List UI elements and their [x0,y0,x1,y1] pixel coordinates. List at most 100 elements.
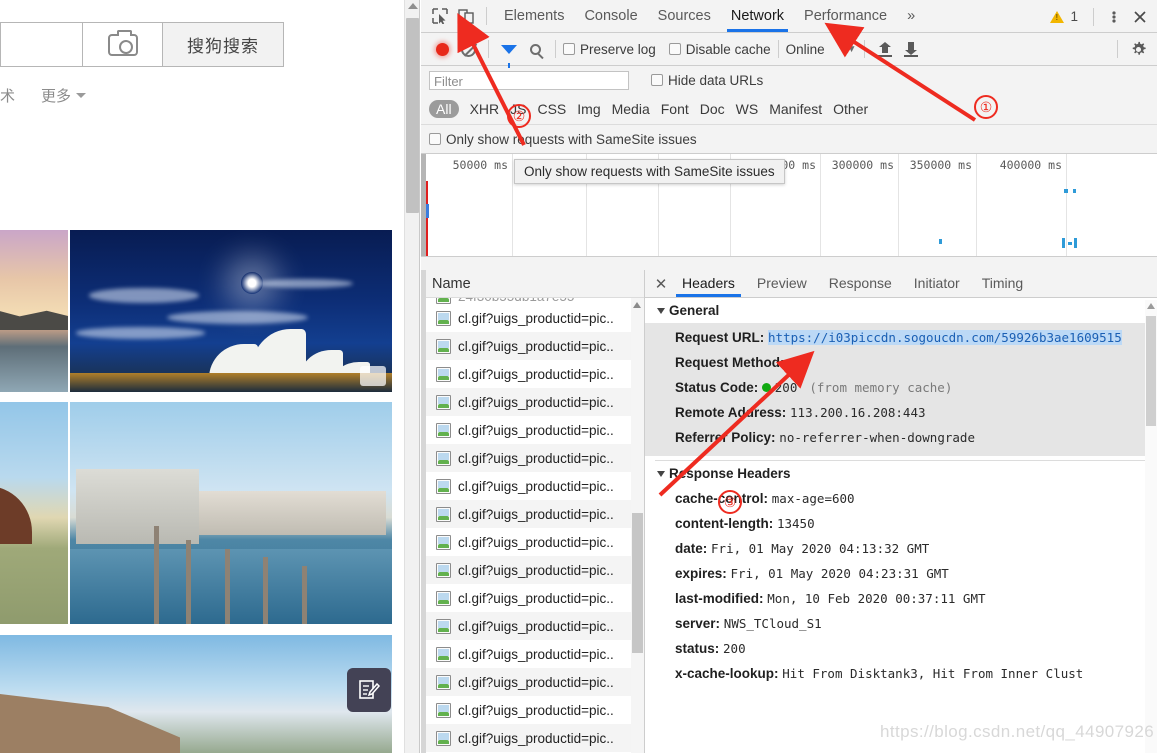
tab-headers[interactable]: Headers [671,270,746,297]
table-row[interactable]: cl.gif?uigs_productid=pic.. [426,556,644,584]
table-row[interactable]: cl.gif?uigs_productid=pic.. [426,444,644,472]
chevron-down-icon[interactable]: ▼ [847,44,857,55]
request-name: 24f30b55db1a7e55 [458,298,574,304]
filter-type-font[interactable]: Font [661,101,689,117]
filter-type-img[interactable]: Img [577,101,600,117]
table-row[interactable]: cl.gif?uigs_productid=pic.. [426,388,644,416]
result-image[interactable] [70,230,392,392]
tab-response[interactable]: Response [818,270,903,297]
nav-item-partial[interactable]: 术 [0,85,15,106]
scroll-up-icon[interactable] [633,302,641,308]
filter-icon[interactable] [496,36,522,68]
browser-scrollbar[interactable] [404,0,419,753]
network-overview-timeline[interactable]: 50000 ms 250000 ms 300000 ms 350000 ms 4… [421,154,1157,257]
close-icon[interactable] [1127,4,1153,30]
tab-initiator[interactable]: Initiator [903,270,971,297]
hide-data-urls-checkbox[interactable] [651,74,663,86]
settings-gear-icon[interactable] [1125,36,1151,62]
result-image[interactable] [0,402,68,624]
filter-bar: Filter Hide data URLs [421,66,1157,94]
column-header-name[interactable]: Name [425,276,471,292]
request-list-scrollbar[interactable] [631,298,644,753]
record-icon[interactable] [429,36,455,62]
scrollbar-thumb[interactable] [406,18,419,213]
table-row[interactable]: cl.gif?uigs_productid=pic.. [426,416,644,444]
scroll-up-icon[interactable] [1147,303,1155,309]
overview-request-bar [426,204,429,218]
image-file-icon [436,450,451,466]
preserve-log-checkbox[interactable] [563,43,575,55]
table-row[interactable]: cl.gif?uigs_productid=pic.. [426,528,644,556]
divider [486,7,487,25]
tab-overflow-icon[interactable]: » [897,0,925,32]
search-submit-button[interactable]: 搜狗搜索 [162,22,284,67]
import-har-icon[interactable] [872,36,898,62]
feedback-button[interactable] [347,668,391,712]
nav-more[interactable]: 更多 [41,85,87,106]
table-row[interactable]: cl.gif?uigs_productid=pic.. [426,724,644,752]
filter-type-all[interactable]: All [429,100,459,118]
filter-type-xhr[interactable]: XHR [470,101,500,117]
throttle-select[interactable]: Online [786,42,825,57]
tab-sources[interactable]: Sources [648,0,721,32]
search-icon[interactable] [522,36,548,62]
nav-more-label: 更多 [41,88,72,105]
tab-preview[interactable]: Preview [746,270,818,297]
tab-timing[interactable]: Timing [971,270,1035,297]
header-key: x-cache-lookup: [675,666,783,681]
header-key: status: [675,641,724,656]
network-toolbar: Preserve log Disable cache Online ▼ [421,33,1157,68]
table-row[interactable]: cl.gif?uigs_productid=pic.. [426,360,644,388]
table-row[interactable]: cl.gif?uigs_productid=pic.. [426,304,644,332]
result-image[interactable] [0,635,392,753]
table-row[interactable]: cl.gif?uigs_productid=pic.. [426,472,644,500]
close-details-icon[interactable]: ✕ [651,275,671,293]
divider [555,40,556,58]
scroll-up-icon[interactable] [408,3,418,9]
table-row[interactable]: cl.gif?uigs_productid=pic.. [426,584,644,612]
filter-type-ws[interactable]: WS [736,101,759,117]
filter-type-css[interactable]: CSS [537,101,566,117]
disable-cache-checkbox[interactable] [668,43,681,55]
table-row[interactable]: cl.gif?uigs_productid=pic.. [426,612,644,640]
filter-type-manifest[interactable]: Manifest [769,101,822,117]
search-input[interactable] [0,22,82,67]
table-row[interactable]: cl.gif?uigs_productid=pic.. [426,668,644,696]
warning-icon[interactable] [1050,10,1065,23]
tab-elements[interactable]: Elements [494,0,574,32]
scrollbar-thumb[interactable] [1146,316,1156,426]
inspect-element-icon[interactable] [427,3,453,29]
tab-performance[interactable]: Performance [794,0,897,32]
divider [1093,7,1094,26]
hide-data-urls-label[interactable]: Hide data URLs [668,73,763,88]
annotation-3: ③ [718,490,742,514]
result-image[interactable] [0,230,68,392]
preserve-log-label[interactable]: Preserve log [580,42,656,57]
table-row[interactable]: cl.gif?uigs_productid=pic.. [426,332,644,360]
scrollbar-thumb[interactable] [632,513,643,653]
tab-console[interactable]: Console [574,0,647,32]
samesite-checkbox[interactable] [429,133,441,145]
export-har-icon[interactable] [898,36,924,62]
filter-type-other[interactable]: Other [833,101,868,117]
photo-sunset-lake [0,230,68,392]
filter-type-doc[interactable]: Doc [700,101,725,117]
device-toolbar-icon[interactable] [453,3,479,29]
result-image[interactable] [70,402,392,624]
clear-icon[interactable] [455,36,481,62]
filter-type-media[interactable]: Media [612,101,650,117]
request-url-value[interactable]: https://i03piccdn.sogoucdn.com/59926b3ae… [768,330,1122,345]
details-scrollbar[interactable] [1145,300,1157,753]
filter-input[interactable]: Filter [429,70,629,90]
table-row[interactable]: cl.gif?uigs_productid=pic.. [426,640,644,668]
tab-network[interactable]: Network [721,0,794,32]
camera-search-button[interactable] [82,22,162,67]
disable-cache-label[interactable]: Disable cache [686,42,771,57]
kebab-menu-icon[interactable] [1101,4,1127,30]
table-row[interactable]: cl.gif?uigs_productid=pic.. [426,500,644,528]
section-response-headers[interactable]: Response Headers [645,461,1157,486]
section-general[interactable]: General [645,298,1157,323]
samesite-label[interactable]: Only show requests with SameSite issues [446,132,697,147]
table-row[interactable]: cl.gif?uigs_productid=pic.. [426,696,644,724]
watermark: https://blog.csdn.net/qq_44907926 [880,722,1155,741]
